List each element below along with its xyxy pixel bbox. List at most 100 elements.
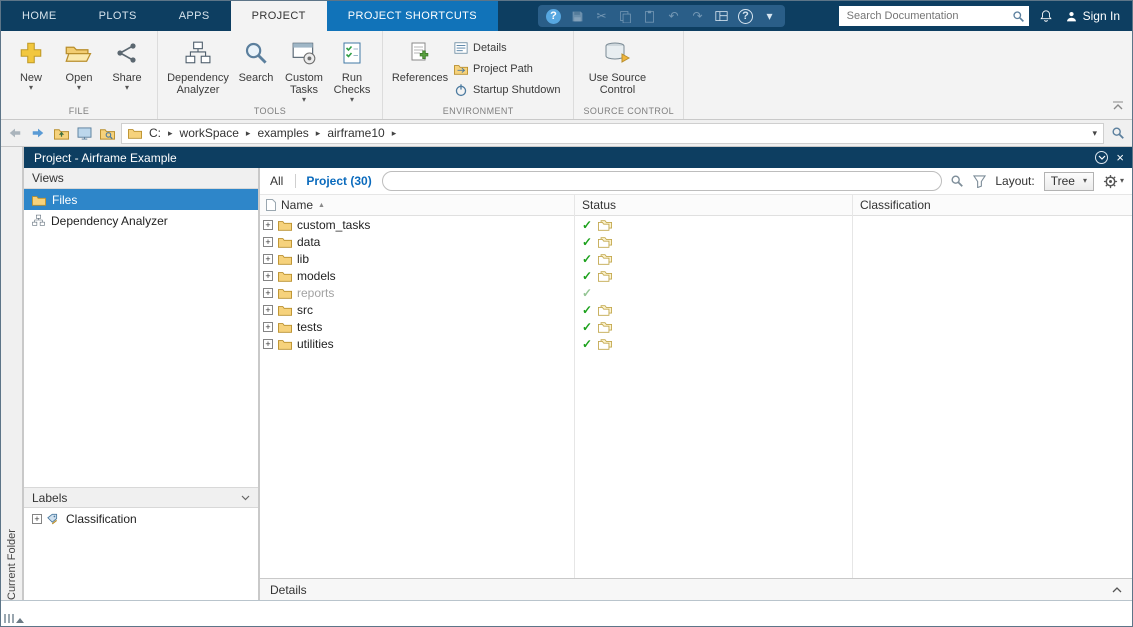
- expand-icon[interactable]: +: [32, 514, 42, 524]
- run-checks-button[interactable]: Run Checks ▾: [329, 35, 375, 105]
- layout-select[interactable]: Tree ▾: [1043, 171, 1094, 191]
- sidebar-item-dependency-analyzer[interactable]: Dependency Analyzer: [24, 210, 258, 231]
- table-row[interactable]: + tests ✓: [260, 318, 1132, 335]
- status-check-icon: ✓: [582, 251, 593, 266]
- help-icon[interactable]: ?: [546, 8, 562, 24]
- breadcrumb-segment[interactable]: airframe10: [325, 126, 386, 140]
- open-button[interactable]: Open ▾: [56, 35, 102, 105]
- expand-icon[interactable]: +: [263, 236, 273, 247]
- details-icon: [454, 41, 468, 55]
- table-row[interactable]: + lib ✓: [260, 250, 1132, 267]
- redo-icon[interactable]: ↷: [690, 9, 705, 24]
- view-options-button[interactable]: ▾: [1103, 174, 1124, 189]
- status-folder-icon: [598, 253, 613, 265]
- table-row[interactable]: + data ✓: [260, 233, 1132, 250]
- up-one-level-icon[interactable]: [52, 124, 70, 142]
- table-row[interactable]: + models ✓: [260, 267, 1132, 284]
- doc-search-input[interactable]: [846, 10, 1008, 22]
- expand-icon[interactable]: +: [263, 338, 273, 349]
- filter-funnel-icon[interactable]: [973, 174, 987, 188]
- project-panel: Project - Airframe Example × Views Files…: [23, 147, 1132, 600]
- column-header-classification[interactable]: Classification: [852, 198, 1132, 212]
- cut-icon[interactable]: ✂: [594, 9, 609, 24]
- labels-icon: [47, 513, 61, 526]
- breadcrumb-drive[interactable]: C:: [147, 126, 163, 140]
- table-row[interactable]: + utilities ✓: [260, 335, 1132, 352]
- sidebar-item-files[interactable]: Files: [24, 189, 258, 210]
- views-header: Views: [24, 168, 258, 189]
- column-header-status[interactable]: Status: [574, 198, 852, 212]
- doc-search-icon[interactable]: [1012, 10, 1025, 23]
- status-folder-icon: [598, 270, 613, 282]
- folder-icon: [128, 127, 142, 139]
- filter-tab-all[interactable]: All: [266, 174, 287, 188]
- back-icon[interactable]: [6, 124, 24, 142]
- sign-in-button[interactable]: Sign In: [1065, 9, 1120, 23]
- expand-icon[interactable]: +: [263, 321, 273, 332]
- collapse-details-icon[interactable]: [1112, 586, 1122, 593]
- help-circle-icon[interactable]: ?: [738, 8, 754, 24]
- breadcrumb-segment[interactable]: examples: [255, 126, 310, 140]
- use-source-control-button[interactable]: Use Source Control: [581, 35, 653, 105]
- tab-home[interactable]: HOME: [1, 1, 78, 31]
- minimize-toolstrip-icon[interactable]: [1112, 101, 1124, 111]
- table-row[interactable]: + custom_tasks ✓: [260, 216, 1132, 233]
- layout-icon[interactable]: [714, 9, 729, 24]
- filter-bar: All Project (30) Layout: Tree ▾ ▾: [260, 168, 1132, 195]
- file-filter-input[interactable]: [381, 171, 943, 191]
- dependency-analyzer-icon: [32, 214, 45, 227]
- current-folder-tab[interactable]: Current Folder: [1, 147, 23, 600]
- details-button[interactable]: Details: [452, 39, 566, 56]
- filter-tab-project[interactable]: Project (30): [304, 174, 373, 188]
- expand-icon[interactable]: +: [263, 219, 273, 230]
- browse-for-folder-icon[interactable]: [98, 124, 116, 142]
- references-button[interactable]: References: [390, 35, 450, 105]
- status-check-icon: ✓: [582, 336, 593, 351]
- tab-apps[interactable]: APPS: [158, 1, 231, 31]
- tab-project[interactable]: PROJECT: [230, 1, 327, 31]
- document-icon: [266, 199, 276, 211]
- expand-icon[interactable]: +: [263, 304, 273, 315]
- address-breadcrumb[interactable]: C: ▸ workSpace ▸ examples ▸ airframe10 ▸…: [121, 122, 1104, 144]
- project-path-button[interactable]: Project Path: [452, 60, 566, 77]
- undo-icon[interactable]: ↶: [666, 9, 681, 24]
- expand-icon[interactable]: +: [263, 270, 273, 281]
- expand-icon[interactable]: +: [263, 287, 273, 298]
- table-row[interactable]: + reports ✓: [260, 284, 1132, 301]
- startup-shutdown-button[interactable]: Startup Shutdown: [452, 81, 566, 98]
- layout-label: Layout:: [995, 174, 1035, 188]
- dependency-analyzer-button[interactable]: Dependency Analyzer: [165, 35, 231, 105]
- new-button[interactable]: New ▾: [8, 35, 54, 105]
- address-search-icon[interactable]: [1109, 124, 1127, 142]
- folder-icon: [278, 338, 292, 350]
- open-in-explorer-icon[interactable]: [75, 124, 93, 142]
- forward-icon[interactable]: [29, 124, 47, 142]
- labels-header[interactable]: Labels: [24, 487, 258, 508]
- filter-search-icon[interactable]: [950, 174, 964, 188]
- panel-resize-grip[interactable]: [4, 614, 24, 623]
- panel-menu-icon[interactable]: [1095, 151, 1109, 164]
- share-icon: [115, 37, 139, 69]
- custom-tasks-button[interactable]: Custom Tasks ▾: [281, 35, 327, 105]
- expand-icon[interactable]: +: [263, 253, 273, 264]
- files-view: All Project (30) Layout: Tree ▾ ▾ Name ▲…: [260, 168, 1132, 600]
- save-icon[interactable]: [570, 9, 585, 24]
- folder-icon: [278, 287, 292, 299]
- row-name: lib: [297, 251, 310, 266]
- notifications-bell-icon[interactable]: [1039, 9, 1053, 23]
- copy-icon[interactable]: [618, 9, 633, 24]
- paste-icon[interactable]: [642, 9, 657, 24]
- source-control-icon: [603, 37, 631, 69]
- breadcrumb-dropdown-icon[interactable]: ▾: [1092, 128, 1097, 139]
- qab-dropdown-icon[interactable]: ▾: [762, 9, 777, 24]
- tab-project-shortcuts[interactable]: PROJECT SHORTCUTS: [326, 1, 499, 31]
- sidebar-item-classification[interactable]: + Classification: [24, 508, 258, 530]
- table-row[interactable]: + src ✓: [260, 301, 1132, 318]
- breadcrumb-segment[interactable]: workSpace: [178, 126, 241, 140]
- close-icon[interactable]: ×: [1116, 151, 1124, 164]
- column-header-name[interactable]: Name ▲: [260, 198, 574, 212]
- search-button[interactable]: Search: [233, 35, 279, 105]
- tab-plots[interactable]: PLOTS: [78, 1, 158, 31]
- share-button[interactable]: Share ▾: [104, 35, 150, 105]
- current-folder-toolbar: C: ▸ workSpace ▸ examples ▸ airframe10 ▸…: [1, 120, 1132, 147]
